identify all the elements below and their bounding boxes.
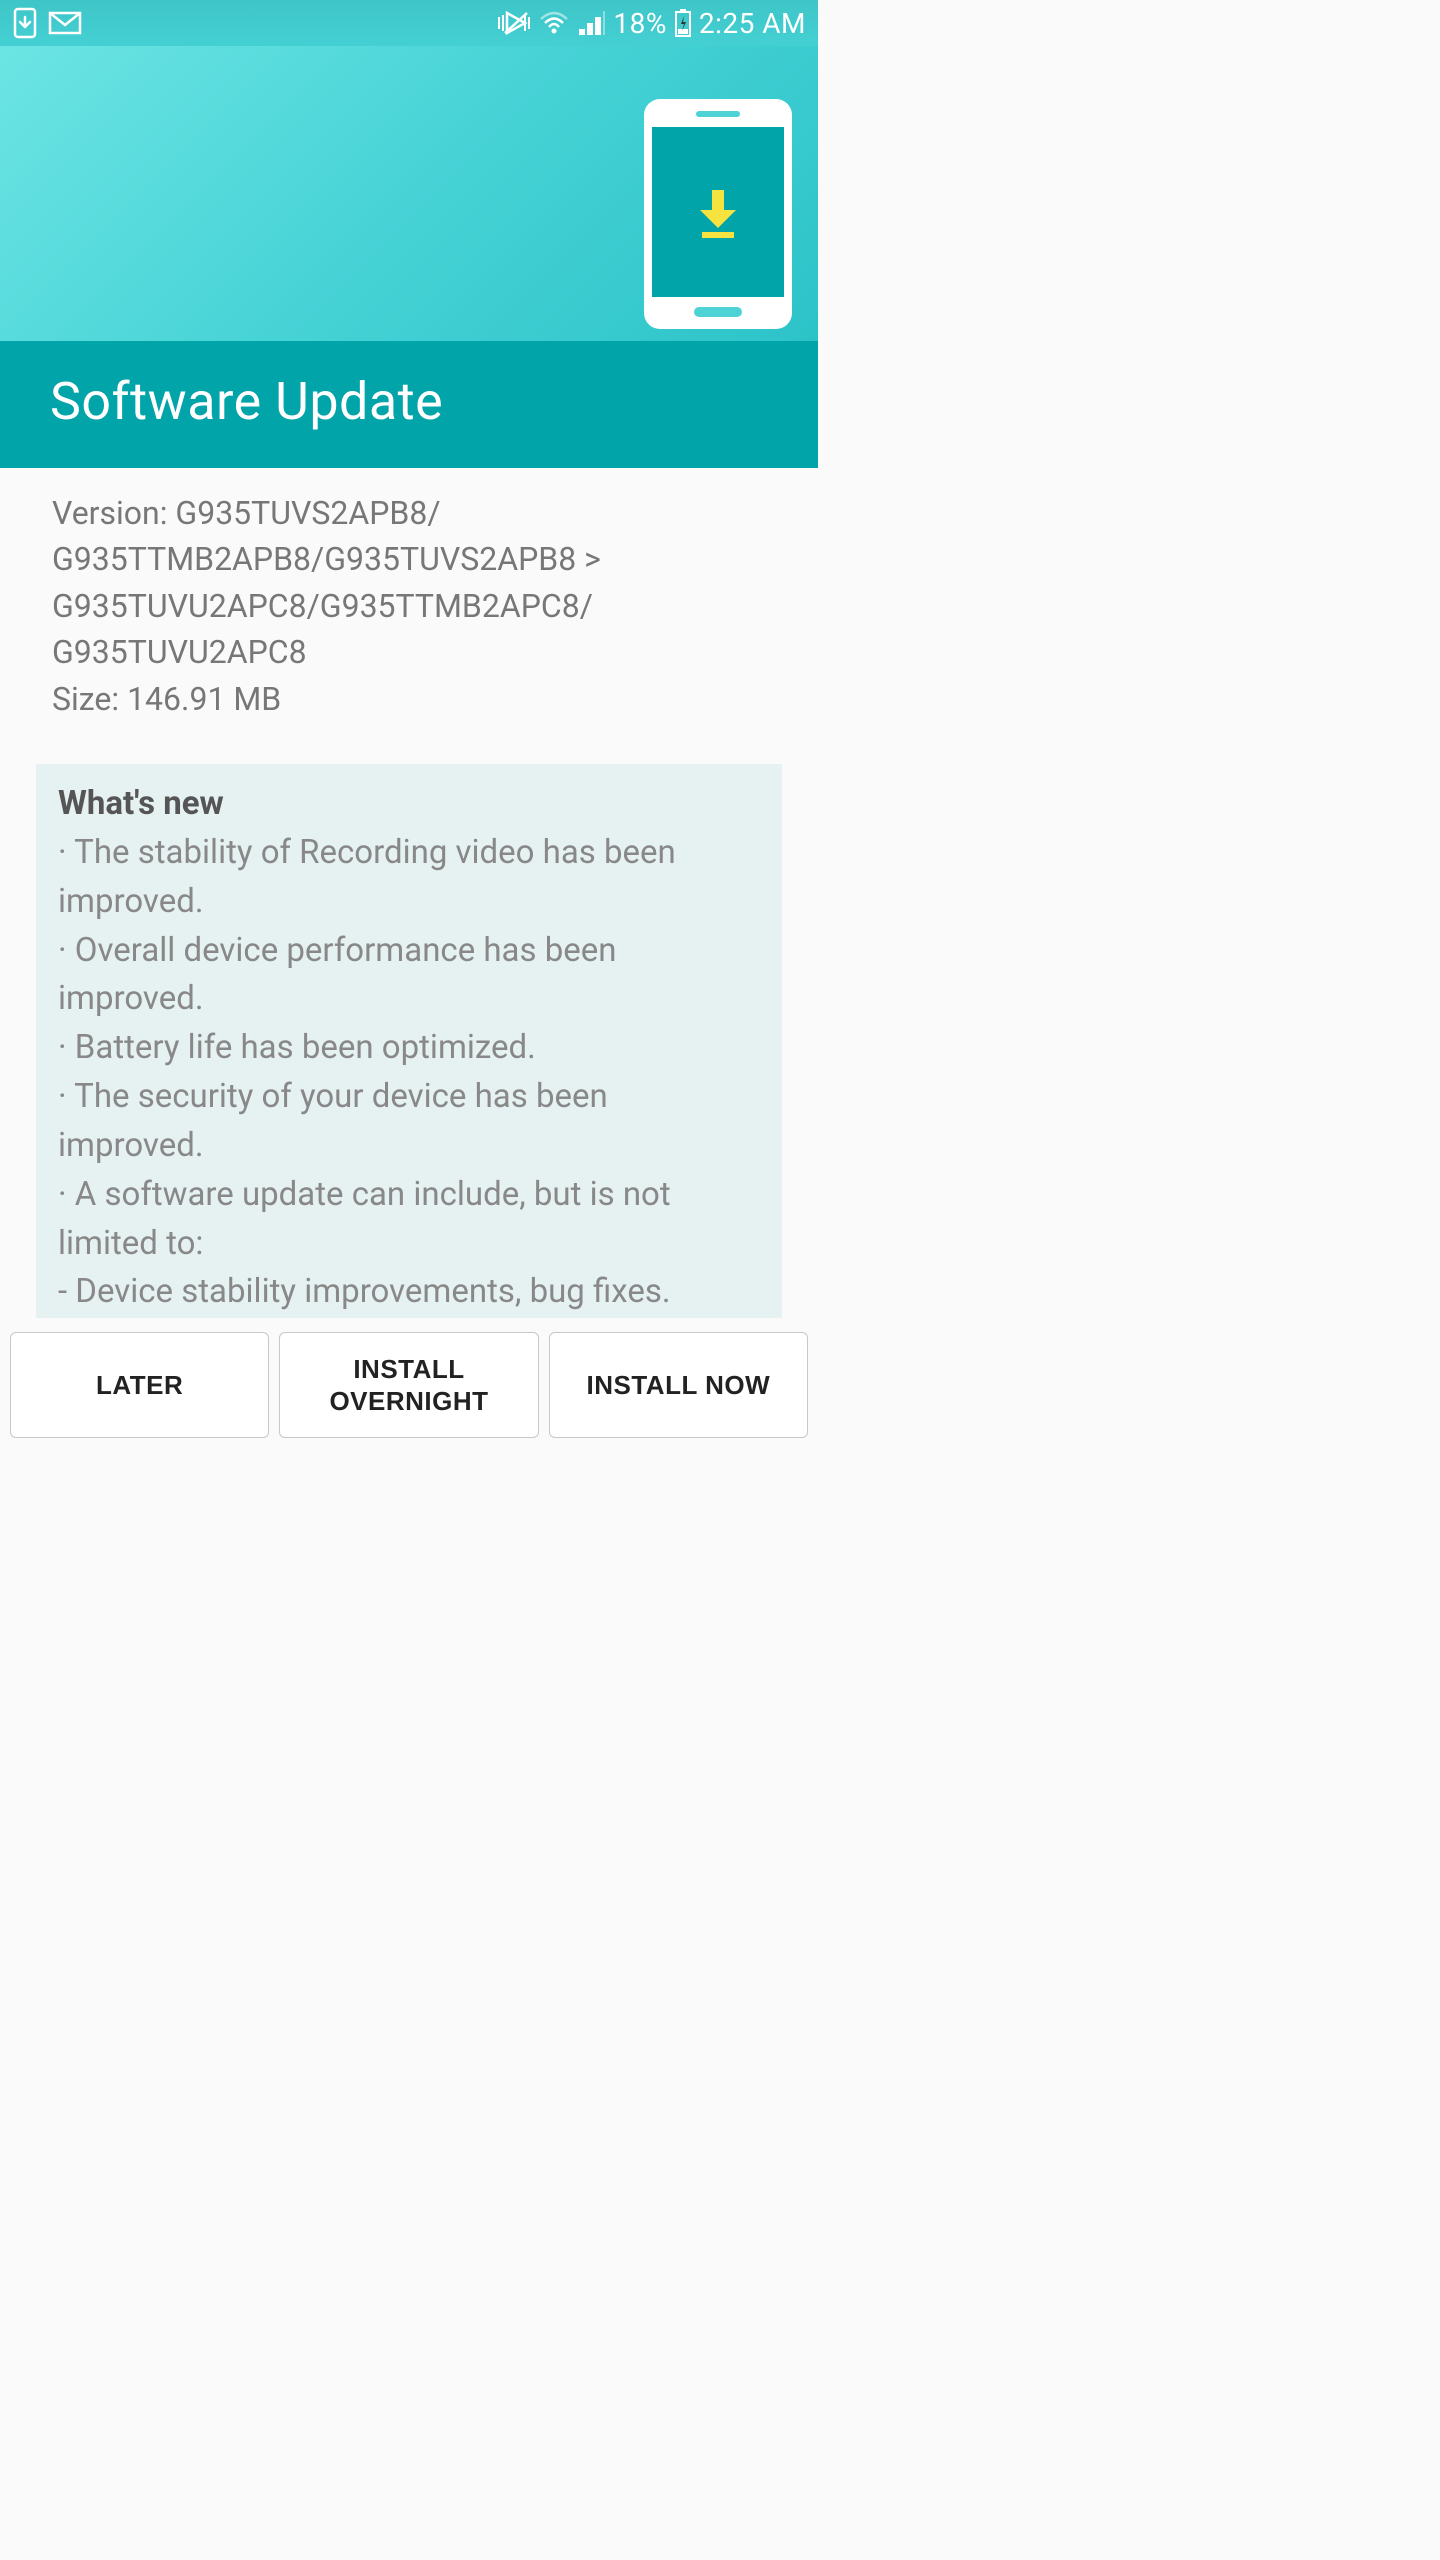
later-button[interactable]: LATER [10,1332,269,1438]
mail-icon [48,9,82,37]
hero-banner [0,46,818,341]
status-right-icons: 18% 2:25 AM [497,7,806,40]
version-line: G935TTMB2APB8/G935TUVS2APB8 > [52,536,766,582]
phone-download-illustration [644,99,792,329]
status-bar: 18% 2:25 AM [0,0,818,46]
whats-new-title: What's new [58,784,760,823]
version-line: Version: G935TUVS2APB8/ [52,490,766,536]
title-bar: Software Update [0,341,818,468]
battery-charging-icon [675,9,691,37]
action-bar: LATER INSTALL OVERNIGHT INSTALL NOW [0,1318,818,1454]
phone-update-icon [12,7,38,39]
install-now-button[interactable]: INSTALL NOW [549,1332,808,1438]
signal-icon [577,11,605,35]
battery-percent: 18% [613,7,666,40]
version-line: G935TUVU2APC8/G935TTMB2APC8/ [52,583,766,629]
version-info: Version: G935TUVS2APB8/ G935TTMB2APB8/G9… [52,490,766,722]
status-left-icons [12,7,82,39]
page-title: Software Update [50,371,768,432]
size-line: Size: 146.91 MB [52,676,766,722]
version-line: G935TUVU2APC8 [52,629,766,675]
install-overnight-button[interactable]: INSTALL OVERNIGHT [279,1332,538,1438]
version-section: Version: G935TUVS2APB8/ G935TTMB2APB8/G9… [0,468,818,734]
wifi-icon [539,11,569,35]
vibrate-icon [497,9,531,37]
whats-new-body: · The stability of Recording video has b… [58,829,760,1366]
download-icon [688,182,748,242]
whats-new-panel[interactable]: What's new · The stability of Recording … [36,764,782,1366]
clock: 2:25 AM [699,7,806,40]
